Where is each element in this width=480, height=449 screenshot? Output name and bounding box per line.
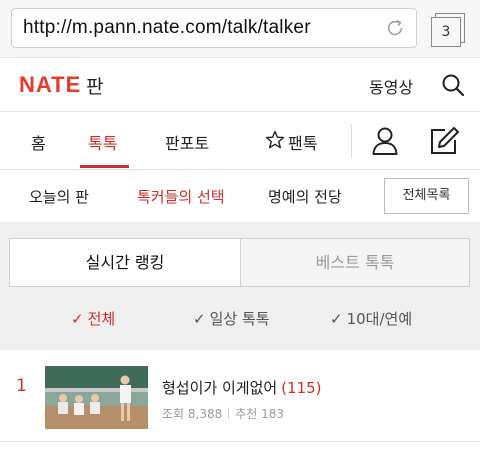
nate-logo[interactable]: NATE [19,72,81,98]
post-thumbnail[interactable] [45,366,148,429]
tab-fantok[interactable]: 팬톡 [288,130,317,154]
main-nav: 홈 톡톡 판포토 팬톡 [0,112,480,170]
view-count: 조회 8,388 [162,407,223,421]
filter-label: 10대/연예 [346,310,413,328]
browser-toolbar: http://m.pann.nate.com/talk/talker 3 [0,0,480,58]
post-title: 형섭이가 이게없어 [162,379,278,397]
all-list-button[interactable]: 전체목록 [384,178,469,214]
list-item[interactable]: 1 형섭이가 이게없어 (115) 조회 8,388 추천 183 [0,350,480,442]
meta-divider [228,408,230,419]
reload-icon[interactable] [384,17,406,39]
nav-divider [351,124,352,158]
check-icon: ✓ [330,310,343,328]
pann-title[interactable]: 판 [86,72,103,99]
person-icon[interactable] [371,126,399,156]
filter-all[interactable]: ✓ 전체 [71,308,115,329]
comment-count: (115) [281,379,322,397]
url-text: http://m.pann.nate.com/talk/talker [23,17,311,38]
subnav-today[interactable]: 오늘의 판 [29,186,89,207]
segment-realtime-ranking[interactable]: 실시간 랭킹 [10,239,241,286]
tab-toktok[interactable]: 톡톡 [88,130,117,154]
subnav-talkers-choice[interactable]: 톡커들의 선택 [137,186,225,207]
filter-daily[interactable]: ✓ 일상 톡톡 [193,308,270,329]
tab-panphoto[interactable]: 판포토 [165,130,209,154]
filter-teens-entertainment[interactable]: ✓ 10대/연예 [330,308,412,329]
address-bar[interactable]: http://m.pann.nate.com/talk/talker [11,8,417,48]
site-header: NATE 판 동영상 [0,58,480,112]
subnav-hall-of-fame[interactable]: 명예의 전당 [268,186,342,207]
tab-home[interactable]: 홈 [31,130,46,154]
rank-number: 1 [16,376,27,396]
ranking-panel: 실시간 랭킹 베스트 톡톡 ✓ 전체 ✓ 일상 톡톡 ✓ 10대/연예 [0,222,480,350]
post-title-line[interactable]: 형섭이가 이게없어 (115) [162,377,322,398]
check-icon: ✓ [193,310,206,328]
thumbnail-image [45,366,148,429]
filter-label: 전체 [87,310,116,328]
tabs-button[interactable]: 3 [431,13,467,47]
recommend-count: 추천 183 [235,407,285,421]
video-link[interactable]: 동영상 [369,74,413,98]
ranking-segmented-control: 실시간 랭킹 베스트 톡톡 [9,238,470,287]
active-tab-indicator [80,165,129,168]
tab-count: 3 [431,17,461,47]
search-icon[interactable] [440,72,466,98]
category-filters: ✓ 전체 ✓ 일상 톡톡 ✓ 10대/연예 [0,308,480,334]
filter-label: 일상 톡톡 [209,310,270,328]
star-icon [265,130,285,149]
write-icon[interactable] [428,125,460,157]
sub-nav: 오늘의 판 톡커들의 선택 명예의 전당 전체목록 [0,170,480,222]
post-meta: 조회 8,388 추천 183 [162,405,284,422]
check-icon: ✓ [71,310,84,328]
segment-best-toktok[interactable]: 베스트 톡톡 [241,239,469,286]
